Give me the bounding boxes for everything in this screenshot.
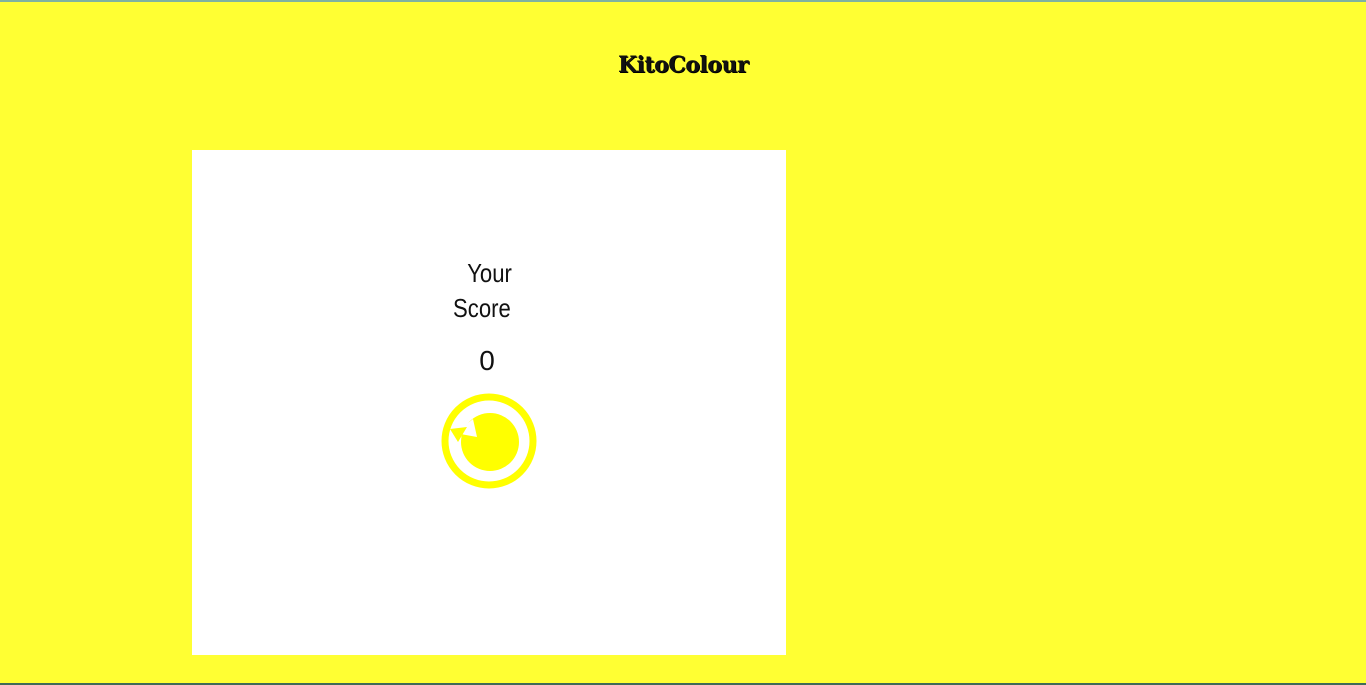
score-label-line2: Score (453, 293, 511, 323)
score-label-line1: Your (467, 258, 512, 288)
restart-icon (441, 393, 537, 489)
restart-button[interactable] (441, 393, 537, 489)
game-over-panel: Your Score 0 (192, 150, 786, 655)
window-top-border (0, 0, 1366, 2)
score-value: 0 (479, 345, 495, 376)
app-logo: KitoColour (617, 52, 749, 78)
score-label: Your Score (440, 256, 534, 326)
